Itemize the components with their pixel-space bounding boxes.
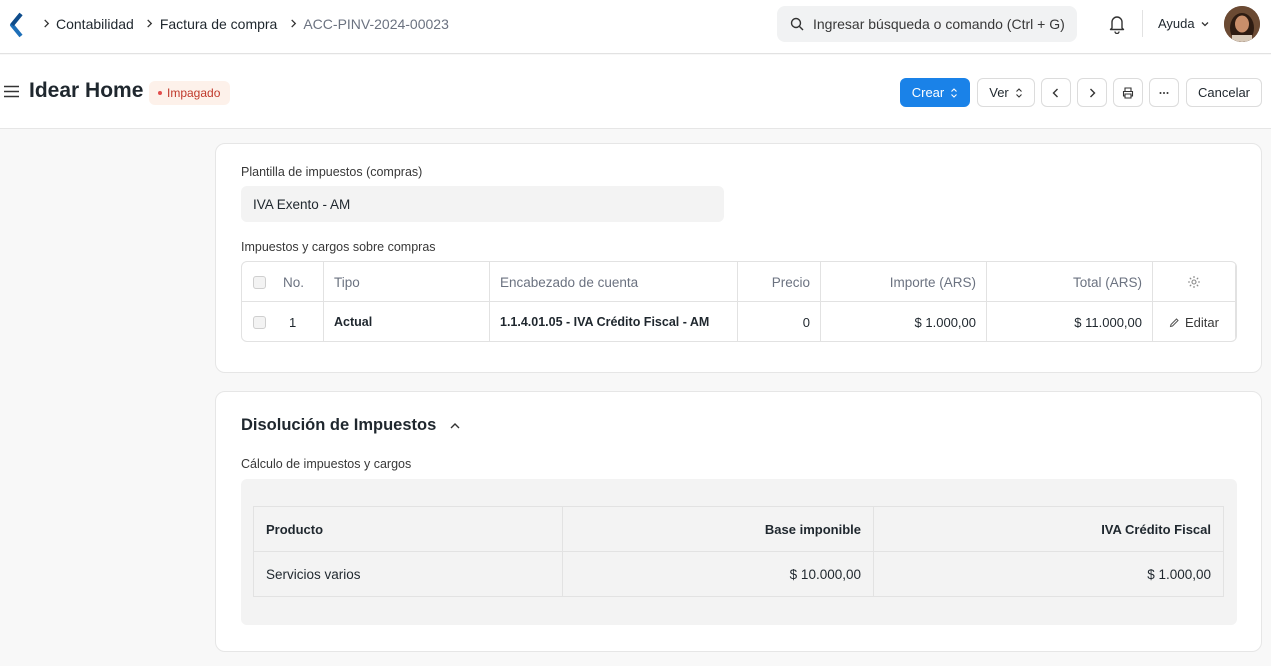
print-button[interactable] [1113, 78, 1143, 107]
page-title: Idear Home [29, 79, 144, 102]
search-icon [790, 17, 804, 31]
breadcrumb-item-current: ACC-PINV-2024-00023 [283, 16, 455, 32]
column-header-cuenta: Encabezado de cuenta [490, 262, 738, 302]
previous-button[interactable] [1041, 78, 1071, 107]
cell-total[interactable]: $ 11.000,00 [987, 302, 1153, 341]
breakdown-table: Producto Base imponible IVA Crédito Fisc… [253, 506, 1224, 597]
ellipsis-icon [1159, 91, 1169, 94]
breadcrumb: Contabilidad Factura de compra ACC-PINV-… [36, 0, 455, 47]
cell-precio[interactable]: 0 [738, 302, 821, 341]
cell-iva: $ 1.000,00 [1147, 567, 1211, 582]
cell-base: $ 10.000,00 [563, 552, 874, 597]
create-label[interactable]: Crear [912, 85, 945, 100]
cell-no: 1 [289, 314, 297, 330]
status-badge: Impagado [149, 81, 231, 105]
table-row[interactable]: 1 Actual 1.1.4.01.05 - IVA Crédito Fisca… [242, 302, 1236, 341]
row-checkbox-cell: 1 [242, 302, 324, 341]
top-navbar: Contabilidad Factura de compra ACC-PINV-… [0, 0, 1271, 54]
edit-label[interactable]: Editar [1185, 315, 1219, 330]
breadcrumb-label[interactable]: Contabilidad [56, 16, 134, 32]
tax-template-field[interactable]: IVA Exento - AM [241, 186, 724, 222]
taxes-table-label: Impuestos y cargos sobre compras [241, 240, 436, 254]
search-bar[interactable]: Ingresar búsqueda o comando (Ctrl + G) [777, 6, 1077, 42]
help-dropdown[interactable]: Ayuda [1158, 16, 1210, 31]
page-header: Idear Home Impagado Crear Ver Cancelar [0, 55, 1271, 129]
column-header-no: No. [283, 274, 305, 290]
breadcrumb-item-contabilidad[interactable]: Contabilidad [36, 16, 140, 32]
pencil-icon [1169, 317, 1179, 327]
chevron-up-icon[interactable] [449, 420, 461, 432]
status-dot [158, 91, 162, 95]
next-button[interactable] [1077, 78, 1107, 107]
help-label[interactable]: Ayuda [1158, 16, 1195, 31]
breadcrumb-label: ACC-PINV-2024-00023 [303, 15, 449, 32]
bell-icon[interactable] [1108, 14, 1126, 34]
taxes-table: No. Tipo Encabezado de cuenta Precio Imp… [241, 261, 1237, 342]
chevron-right-icon [1090, 88, 1096, 97]
column-header-tipo: Tipo [324, 262, 490, 302]
chevron-right-icon [140, 19, 160, 28]
breadcrumb-item-factura[interactable]: Factura de compra [140, 16, 284, 32]
cancel-button[interactable]: Cancelar [1186, 78, 1262, 107]
tax-breakdown-card: Disolución de Impuestos Cálculo de impue… [215, 391, 1262, 652]
cell-cuenta[interactable]: 1.1.4.01.05 - IVA Crédito Fiscal - AM [490, 302, 738, 341]
cell-importe[interactable]: $ 1.000,00 [821, 302, 987, 341]
chevron-down-icon [1201, 21, 1209, 26]
column-header-importe: Importe (ARS) [821, 262, 987, 302]
hamburger-icon[interactable] [4, 85, 19, 98]
column-header-producto: Producto [254, 507, 563, 552]
select-all-checkbox[interactable] [253, 275, 266, 289]
section-title[interactable]: Disolución de Impuestos [241, 416, 436, 435]
taxes-card: Plantilla de impuestos (compras) IVA Exe… [215, 143, 1262, 373]
tax-template-label: Plantilla de impuestos (compras) [241, 165, 423, 179]
breadcrumb-label[interactable]: Factura de compra [160, 16, 278, 32]
updown-icon [1015, 87, 1022, 98]
row-checkbox[interactable] [253, 315, 266, 329]
status-label: Impagado [167, 86, 221, 100]
breakdown-header-row: Producto Base imponible IVA Crédito Fisc… [254, 507, 1223, 552]
view-label[interactable]: Ver [989, 85, 1009, 100]
create-button[interactable]: Crear [900, 78, 970, 107]
column-header-precio: Precio [738, 262, 821, 302]
cell-producto: Servicios varios [254, 552, 563, 597]
column-header-base: Base imponible [563, 507, 874, 552]
edit-row-button[interactable]: Editar [1153, 302, 1236, 341]
column-header-iva: IVA Crédito Fiscal [1101, 522, 1211, 537]
table-header-row: No. Tipo Encabezado de cuenta Precio Imp… [242, 262, 1236, 302]
breakdown-container: Producto Base imponible IVA Crédito Fisc… [241, 479, 1237, 625]
section-header[interactable]: Disolución de Impuestos [241, 416, 461, 435]
column-header-total: Total (ARS) [987, 262, 1153, 302]
navbar-divider [1142, 10, 1143, 37]
table-row: Servicios varios $ 10.000,00 $ 1.000,00 [254, 552, 1223, 597]
header-checkbox-cell: No. [242, 262, 324, 302]
search-placeholder[interactable]: Ingresar búsqueda o comando (Ctrl + G) [813, 16, 1065, 32]
chevron-left-icon [1052, 88, 1058, 97]
view-button[interactable]: Ver [977, 78, 1035, 107]
edit-link[interactable]: Editar [1169, 315, 1219, 330]
app-logo-icon[interactable] [8, 12, 24, 38]
cancel-label[interactable]: Cancelar [1198, 85, 1250, 100]
more-actions-button[interactable] [1149, 78, 1179, 107]
gear-icon[interactable] [1187, 275, 1201, 289]
printer-icon [1122, 86, 1134, 99]
column-settings-cell[interactable] [1153, 262, 1236, 302]
avatar[interactable] [1224, 6, 1260, 42]
cell-tipo[interactable]: Actual [324, 302, 490, 341]
updown-icon [951, 87, 958, 98]
breakdown-subtitle: Cálculo de impuestos y cargos [241, 457, 412, 471]
chevron-right-icon [283, 19, 303, 28]
chevron-right-icon [36, 19, 56, 28]
